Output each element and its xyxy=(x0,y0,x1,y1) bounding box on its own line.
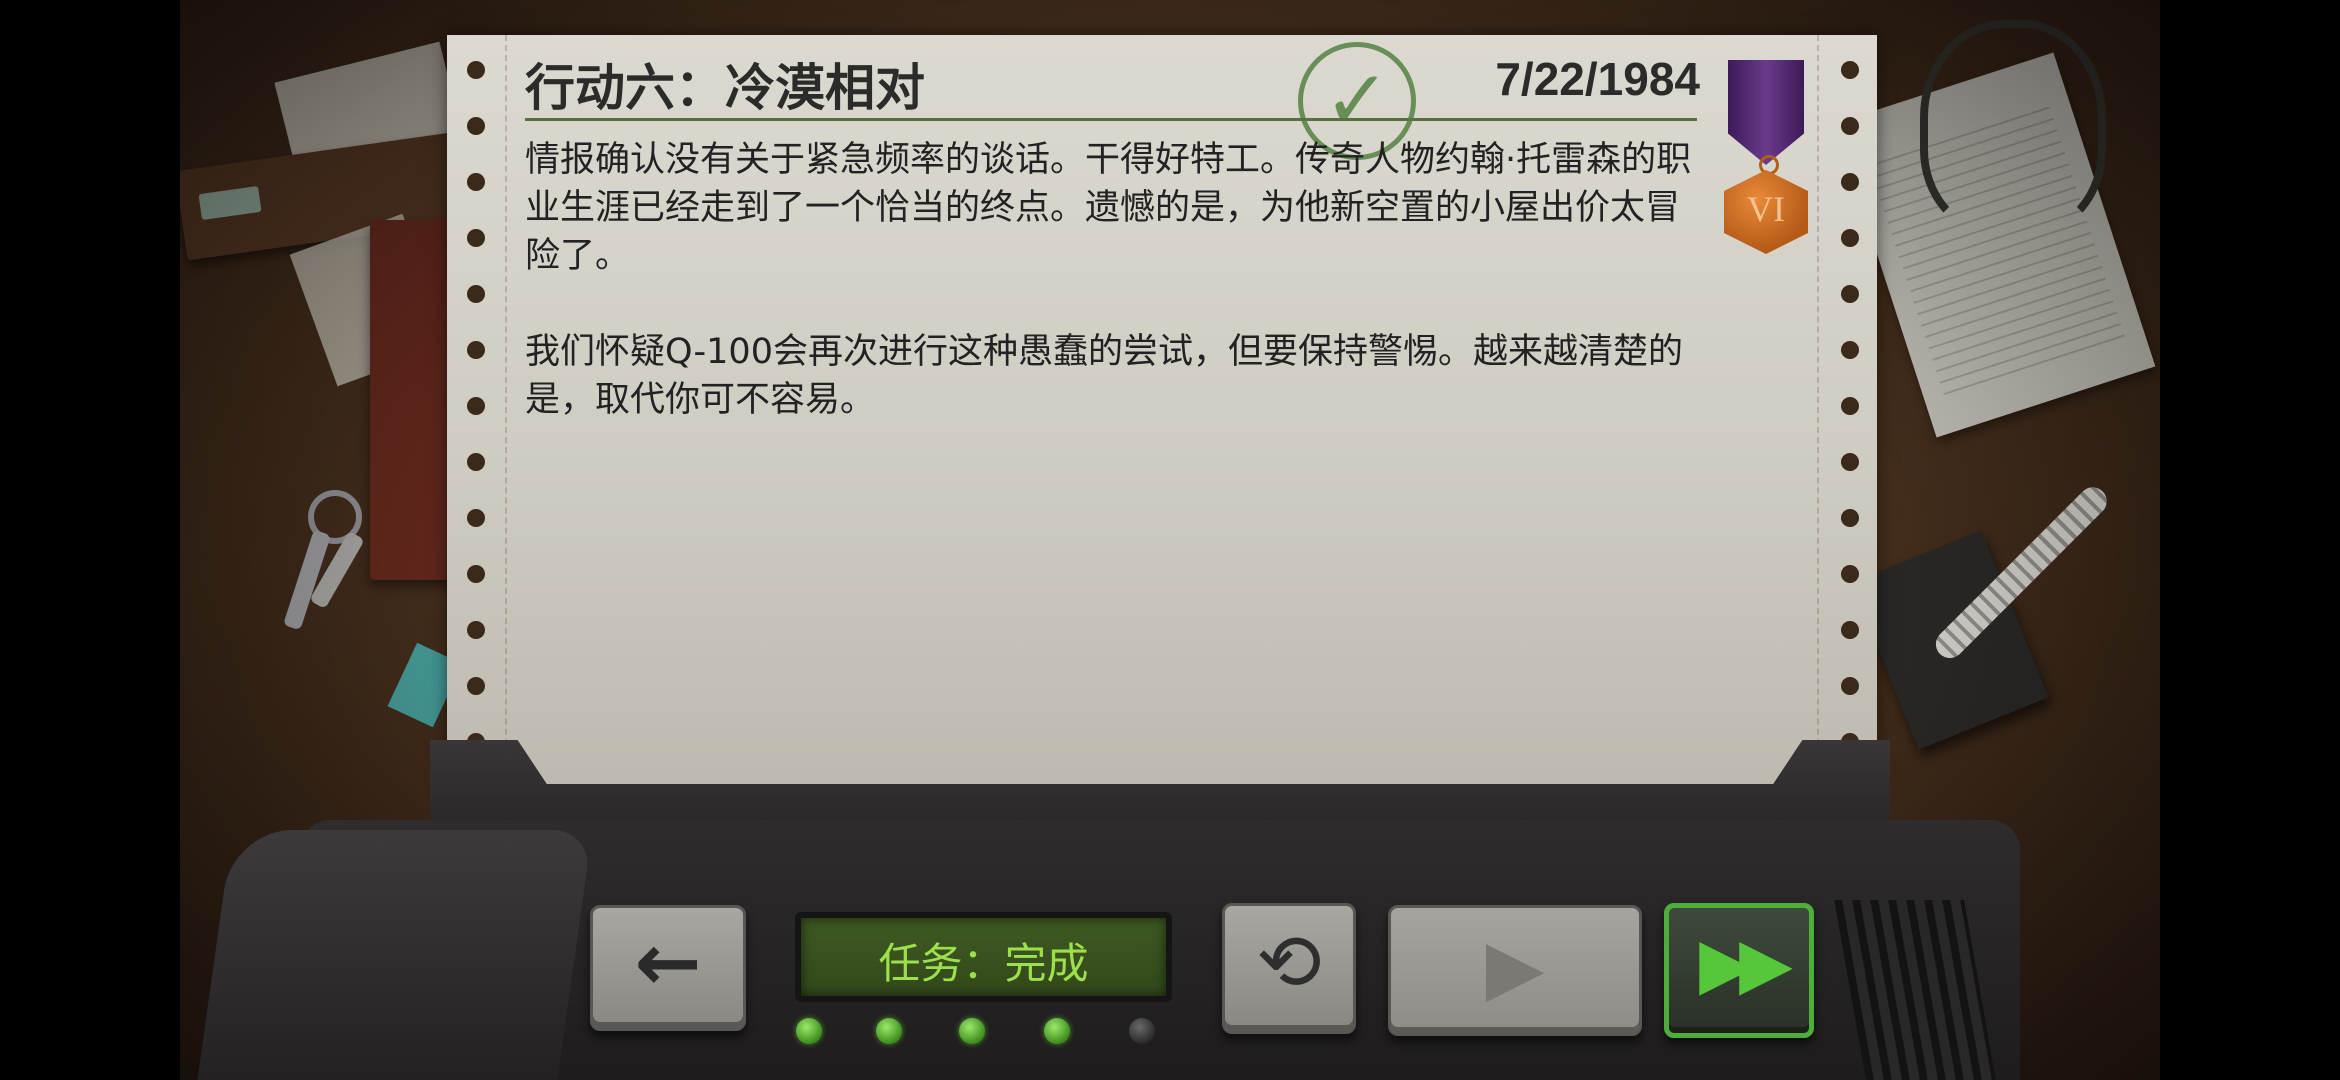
play-icon: ▶ xyxy=(1485,922,1545,1011)
briefing-text: 情报确认没有关于紧急频率的谈话。干得好特工。传奇人物约翰·托雷森的职业生涯已经走… xyxy=(525,136,1705,472)
mission-date: 7/22/1984 xyxy=(1495,53,1700,105)
perforation-hole xyxy=(467,509,485,527)
perforation-hole xyxy=(467,453,485,471)
fast-forward-button[interactable]: ▶▶ xyxy=(1664,903,1814,1038)
perforation-hole xyxy=(467,677,485,695)
play-button[interactable]: ▶ xyxy=(1388,905,1642,1036)
perforation-hole xyxy=(1841,565,1859,583)
perforation-hole xyxy=(1841,117,1859,135)
mission-title: 行动六：冷漠相对 xyxy=(525,59,925,117)
replay-button[interactable]: ⟲ xyxy=(1222,903,1356,1034)
perforation-hole xyxy=(1841,509,1859,527)
perforation-hole xyxy=(1841,677,1859,695)
arrow-left-icon: ← xyxy=(634,916,702,1009)
perforated-strip-right xyxy=(1817,35,1877,795)
progress-led-2 xyxy=(876,1018,902,1044)
perforation-hole xyxy=(1841,621,1859,639)
perforation-hole xyxy=(467,229,485,247)
perforation-hole xyxy=(467,61,485,79)
perforation-hole xyxy=(467,285,485,303)
perforation-hole xyxy=(1841,341,1859,359)
perforation-hole xyxy=(1841,61,1859,79)
perforation-hole xyxy=(1841,453,1859,471)
perforation-hole xyxy=(467,565,485,583)
status-display: 任务：完成 xyxy=(795,912,1172,1002)
replay-icon: ⟲ xyxy=(1256,918,1322,1008)
back-button[interactable]: ← xyxy=(590,905,746,1031)
perforation-hole xyxy=(467,117,485,135)
perforation-hole xyxy=(467,621,485,639)
title-divider xyxy=(525,118,1697,121)
status-text: 任务：完成 xyxy=(878,939,1089,988)
progress-led-4 xyxy=(1044,1018,1070,1044)
briefing-paragraph: 我们怀疑Q-100会再次进行这种愚蠢的尝试，但要保持警惕。越来越清楚的是，取代你… xyxy=(525,332,1683,420)
perforation-hole xyxy=(1841,397,1859,415)
progress-led-3 xyxy=(959,1018,985,1044)
telephone-handset xyxy=(197,830,593,1080)
perforation-hole xyxy=(1841,173,1859,191)
briefing-paragraph: 情报确认没有关于紧急频率的谈话。干得好特工。传奇人物约翰·托雷森的职业生涯已经走… xyxy=(525,140,1692,276)
perforation-hole xyxy=(1841,285,1859,303)
progress-led-1 xyxy=(796,1018,822,1044)
fast-forward-icon: ▶▶ xyxy=(1699,922,1793,1004)
perforation-hole xyxy=(1841,229,1859,247)
perforated-strip-left xyxy=(447,35,507,795)
progress-led-5 xyxy=(1129,1018,1155,1044)
perforation-hole xyxy=(467,397,485,415)
perforation-hole xyxy=(467,173,485,191)
perforation-hole xyxy=(467,341,485,359)
